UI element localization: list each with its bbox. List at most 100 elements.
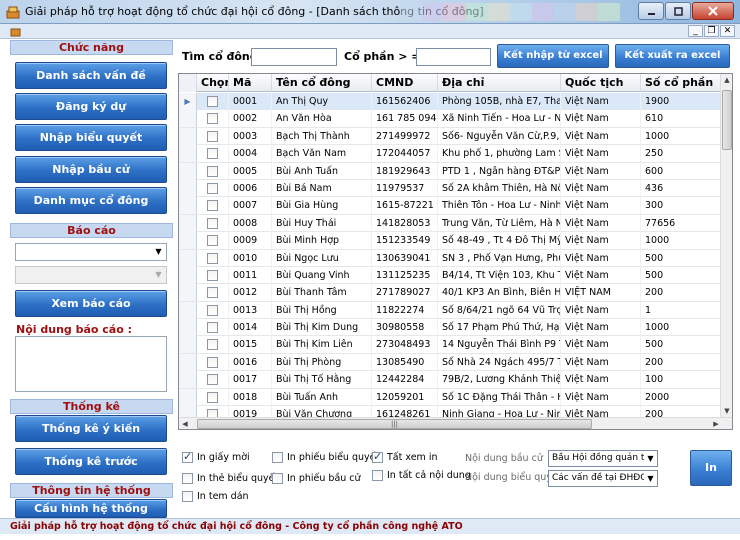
row-select-cell[interactable] [197, 284, 229, 302]
table-row[interactable]: 0012 Bùi Thanh Tâm 271789027 40/1 KP3 An Bì… [179, 284, 721, 302]
col-code[interactable]: Mã [229, 74, 272, 92]
row-select-cell[interactable] [197, 179, 229, 197]
cell-name[interactable]: Bùi Thanh Tâm [272, 284, 372, 302]
cell-id-number[interactable]: 130639041 [372, 249, 438, 267]
enter-election-button[interactable]: Nhập bầu cử [15, 156, 167, 183]
cell-nationality[interactable]: Việt Nam [561, 388, 641, 406]
view-report-button[interactable]: Xem báo cáo [15, 290, 167, 317]
row-select-checkbox[interactable] [207, 182, 218, 194]
cell-id-number[interactable]: 161 785 094 [372, 110, 438, 128]
cell-address[interactable]: 40/1 KP3 An Bình, Biên Hoà … [438, 284, 561, 302]
row-indicator[interactable] [179, 197, 197, 215]
cell-code[interactable]: 0007 [229, 197, 272, 215]
row-select-checkbox[interactable] [207, 130, 218, 142]
print-all-content-checkbox[interactable] [372, 470, 383, 481]
row-indicator[interactable] [179, 110, 197, 128]
row-select-checkbox[interactable] [207, 165, 218, 177]
report-select-1[interactable]: ▼ [15, 243, 167, 261]
table-row[interactable]: ▶ 0001 An Thị Quy 161562406 Phòng 105B, nhà … [179, 93, 721, 111]
cell-name[interactable]: Bùi Gia Hùng [272, 197, 372, 215]
cell-id-number[interactable]: 1615-87221 [372, 197, 438, 215]
row-select-checkbox[interactable] [207, 339, 218, 351]
cell-address[interactable]: Số 2A khâm Thiên, Hà Nội [438, 179, 561, 197]
row-select-cell[interactable] [197, 319, 229, 337]
cell-code[interactable]: 0010 [229, 249, 272, 267]
cell-shares[interactable]: 1000 [641, 232, 721, 250]
cell-address[interactable]: PTD 1 , Ngân hàng ĐT&PT … [438, 162, 561, 180]
cell-nationality[interactable]: Việt Nam [561, 110, 641, 128]
row-indicator[interactable] [179, 284, 197, 302]
view-all-option[interactable]: Tất xem in [372, 450, 437, 463]
cell-nationality[interactable]: Việt Nam [561, 162, 641, 180]
cell-address[interactable]: Trung Văn, Từ Liêm, Hà Nội [438, 214, 561, 232]
stats-opinion-button[interactable]: Thống kê ý kiến [15, 415, 167, 442]
cell-code[interactable]: 0006 [229, 179, 272, 197]
minimize-button[interactable] [638, 2, 664, 20]
report-select-2[interactable]: ▼ [15, 266, 167, 284]
cell-code[interactable]: 0018 [229, 388, 272, 406]
print-vote-card-checkbox[interactable] [182, 473, 193, 484]
cell-name[interactable]: Bùi Minh Hợp [272, 232, 372, 250]
cell-name[interactable]: Bùi Thị Phòng [272, 353, 372, 371]
row-indicator[interactable] [179, 388, 197, 406]
cell-shares[interactable]: 77656 [641, 214, 721, 232]
print-label-checkbox[interactable] [182, 491, 193, 502]
shareholder-search-input[interactable] [251, 48, 337, 66]
system-config-button[interactable]: Cấu hình hệ thống [15, 499, 167, 518]
table-row[interactable]: 0004 Bạch Văn Nam 172044057 Khu phố 1, phườ… [179, 145, 721, 163]
mdi-close-button[interactable]: ✕ [720, 25, 735, 37]
row-select-cell[interactable] [197, 93, 229, 110]
cell-nationality[interactable]: Việt Nam [561, 266, 641, 284]
row-indicator[interactable] [179, 145, 197, 163]
shareholder-catalog-button[interactable]: Danh mục cổ đông [15, 187, 167, 214]
cell-address[interactable]: SN 3 , Phố Vạn Hưng, Phườ… [438, 249, 561, 267]
cell-shares[interactable]: 250 [641, 145, 721, 163]
scroll-up-icon[interactable]: ▲ [721, 74, 732, 86]
mdi-minimize-button[interactable]: _ [688, 25, 703, 37]
table-row[interactable]: 0008 Bùi Huy Thái 141828053 Trung Văn, Từ L… [179, 214, 721, 233]
cell-address[interactable]: 79B/2, Lương Khánh Thiện, … [438, 371, 561, 389]
row-select-checkbox[interactable] [207, 217, 218, 229]
vertical-scrollbar[interactable]: ▲ ▼ [720, 74, 732, 417]
cell-shares[interactable]: 200 [641, 284, 721, 302]
cell-address[interactable]: Thiên Tôn - Hoa Lư - Ninh Bình [438, 197, 561, 215]
cell-code[interactable]: 0008 [229, 214, 272, 232]
row-select-cell[interactable] [197, 197, 229, 215]
row-indicator[interactable]: ▶ [179, 93, 197, 110]
cell-nationality[interactable]: Việt Nam [561, 301, 641, 319]
row-indicator[interactable] [179, 214, 197, 232]
cell-shares[interactable]: 500 [641, 249, 721, 267]
cell-code[interactable]: 0001 [229, 93, 272, 110]
row-select-checkbox[interactable] [207, 356, 218, 368]
table-row[interactable]: 0009 Bùi Minh Hợp 151233549 Số 48-49 , Tt 4… [179, 232, 721, 250]
print-vote-ballot-checkbox[interactable] [272, 452, 283, 463]
cell-id-number[interactable]: 11979537 [372, 179, 438, 197]
row-select-checkbox[interactable] [207, 269, 218, 281]
view-all-checkbox[interactable] [372, 450, 383, 463]
cell-address[interactable]: B4/14, Tt Viện 103, Khu Tầ… [438, 266, 561, 284]
issues-list-button[interactable]: Danh sách vấn đề [15, 62, 167, 89]
print-button[interactable]: In [690, 450, 732, 486]
cell-name[interactable]: Bùi Tuấn Anh [272, 388, 372, 406]
cell-address[interactable]: Số6- Nguyễn Văn Cừ,P.9, T… [438, 127, 561, 145]
cell-id-number[interactable]: 181929643 [372, 162, 438, 180]
cell-nationality[interactable]: Việt Nam [561, 353, 641, 371]
cell-code[interactable]: 0002 [229, 110, 272, 128]
row-indicator[interactable] [179, 162, 197, 180]
enter-vote-button[interactable]: Nhập biểu quyết [15, 124, 167, 151]
row-select-cell[interactable] [197, 249, 229, 267]
row-select-cell[interactable] [197, 353, 229, 371]
table-row[interactable]: 0003 Bạch Thị Thành 271499972 Số6- Nguyễn V… [179, 127, 721, 146]
row-select-checkbox[interactable] [207, 304, 218, 316]
scroll-left-icon[interactable]: ◀ [179, 418, 191, 429]
row-select-cell[interactable] [197, 388, 229, 406]
vertical-scroll-thumb[interactable] [722, 90, 732, 150]
cell-shares[interactable]: 200 [641, 353, 721, 371]
cell-shares[interactable]: 1000 [641, 127, 721, 145]
row-select-cell[interactable] [197, 232, 229, 250]
row-indicator[interactable] [179, 353, 197, 371]
cell-address[interactable]: Xã Ninh Tiến - Hoa Lư - Ninh… [438, 110, 561, 128]
cell-nationality[interactable]: Việt Nam [561, 197, 641, 215]
register-attendance-button[interactable]: Đăng ký dự [15, 93, 167, 120]
cell-id-number[interactable]: 12059201 [372, 388, 438, 406]
